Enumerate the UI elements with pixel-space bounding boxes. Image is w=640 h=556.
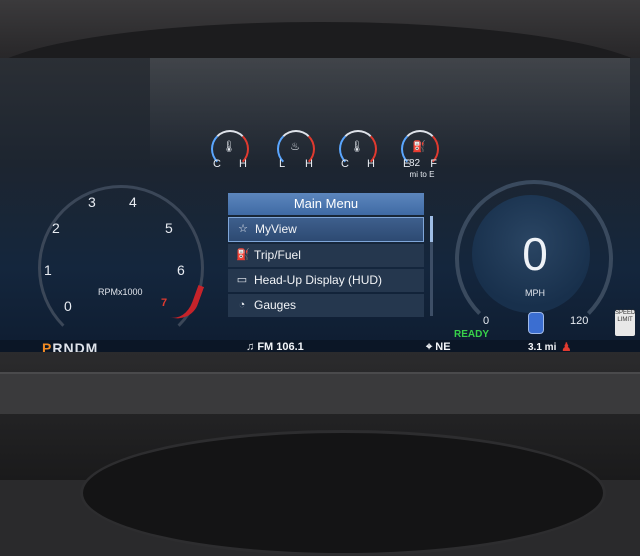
- speed-unit: MPH: [525, 288, 545, 298]
- tachometer: 0 1 2 3 4 5 6 7 RPMx1000: [28, 180, 208, 351]
- main-menu: Main Menu ☆ MyView ⛽ Trip/Fuel ▭ Head-Up…: [228, 193, 424, 317]
- tach-tick-5: 5: [165, 220, 173, 236]
- menu-item-label: Trip/Fuel: [254, 248, 301, 262]
- secondary-gauges: 🌡 C H ♨ L H 🌡 C H ⛽ E 82 F mi to E: [205, 128, 445, 188]
- oil-low-label: L: [279, 158, 286, 170]
- fuel-gauge: ⛽ E 82 F mi to E: [399, 128, 439, 179]
- fuel-pump-icon: ⛽: [236, 249, 250, 261]
- fuel-range-caption: mi to E: [409, 170, 435, 179]
- speed-min-label: 0: [483, 315, 490, 327]
- speed-value: 0: [522, 228, 548, 280]
- scrollbar-thumb[interactable]: [430, 216, 433, 242]
- coolant-temp-icon: 🌡: [222, 141, 236, 153]
- speed-max-label: 120: [570, 315, 589, 327]
- fuel-pump-icon: ⛽: [412, 141, 426, 153]
- tach-tick-4: 4: [129, 194, 137, 210]
- trans-temp-gauge: 🌡 C H: [337, 128, 377, 172]
- dash-ledge: [0, 372, 640, 414]
- menu-item-myview[interactable]: ☆ MyView: [228, 217, 424, 242]
- fuel-full-label: F: [430, 158, 437, 170]
- speed-sign-icon: SPEED LIMIT: [615, 310, 635, 336]
- trans-high-label: H: [367, 158, 375, 170]
- tach-tick-6: 6: [177, 262, 185, 278]
- trans-low-label: C: [341, 158, 349, 170]
- car-icon: [528, 312, 544, 334]
- gauge-icon: ◔: [238, 299, 246, 311]
- steering-wheel: [80, 430, 606, 556]
- coolant-low-label: C: [213, 158, 221, 170]
- coolant-high-label: H: [239, 158, 247, 170]
- hud-icon: ▭: [236, 274, 248, 286]
- rpm-label: RPMx1000: [98, 287, 143, 297]
- menu-scrollbar[interactable]: [430, 216, 433, 316]
- tach-tick-2: 2: [52, 220, 60, 236]
- menu-item-label: MyView: [255, 222, 297, 236]
- menu-item-trip-fuel[interactable]: ⛽ Trip/Fuel: [228, 244, 424, 267]
- tach-tick-1: 1: [44, 262, 52, 278]
- menu-title: Main Menu: [228, 193, 424, 215]
- menu-item-label: Gauges: [254, 298, 297, 312]
- coolant-temp-gauge: 🌡 C H: [209, 128, 249, 172]
- trans-temp-icon: 🌡: [350, 141, 364, 153]
- tach-tick-3: 3: [88, 194, 96, 210]
- fuel-range-value: 82: [409, 158, 421, 169]
- menu-item-label: Head-Up Display (HUD): [254, 273, 383, 287]
- oil-high-label: H: [305, 158, 313, 170]
- menu-item-hud[interactable]: ▭ Head-Up Display (HUD): [228, 269, 424, 292]
- star-icon: ☆: [238, 223, 248, 235]
- oil-can-icon: ♨: [290, 141, 300, 153]
- menu-item-gauges[interactable]: ◔ Gauges: [228, 294, 424, 317]
- ready-indicator: READY: [454, 329, 490, 340]
- tach-tick-7: 7: [161, 297, 168, 309]
- tach-tick-0: 0: [64, 298, 72, 314]
- oil-temp-gauge: ♨ L H: [275, 128, 315, 172]
- speedometer: 0 MPH 0 120: [450, 175, 620, 338]
